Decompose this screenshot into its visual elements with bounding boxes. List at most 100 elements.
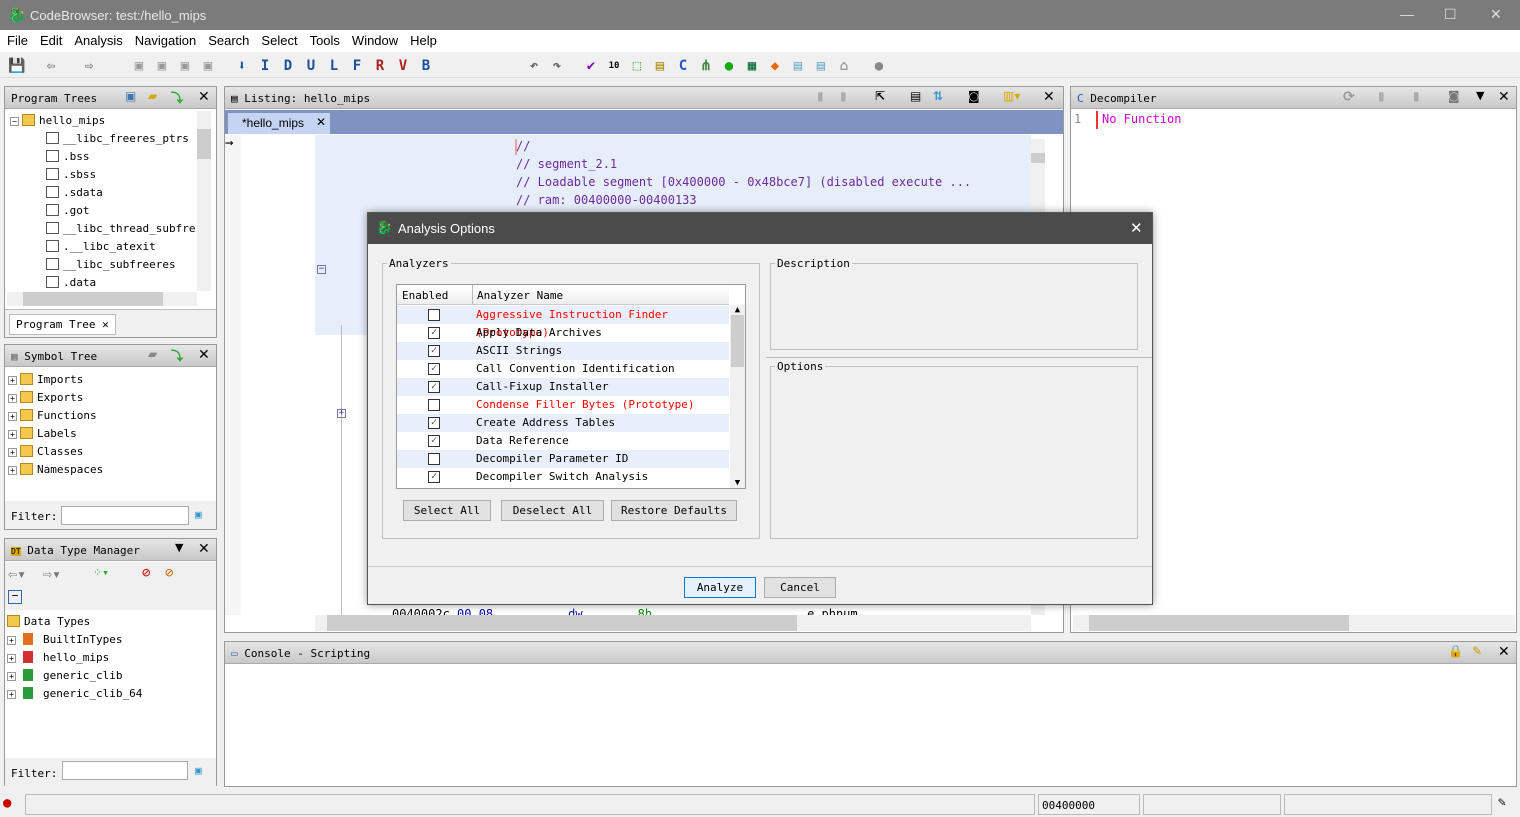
column-analyzer-name[interactable]: Analyzer Name: [477, 289, 563, 302]
tab-hello-mips[interactable]: *hello_mips ✕: [228, 113, 330, 134]
symbol-tree-item[interactable]: + Namespaces: [8, 461, 103, 479]
forward-icon[interactable]: ⇨▾: [43, 565, 61, 583]
tree-item[interactable]: .bss: [10, 148, 200, 166]
export-icon[interactable]: ▮: [1413, 89, 1420, 103]
function-graph-icon[interactable]: C: [674, 57, 692, 75]
enabled-checkbox[interactable]: [428, 399, 440, 411]
analyzer-row[interactable]: ✓ Call Convention Identification: [397, 360, 729, 378]
snapshot-icon[interactable]: ◙: [968, 89, 980, 103]
expand-icon[interactable]: +: [7, 636, 16, 645]
listing-hscrollbar[interactable]: [315, 615, 1031, 631]
restore-defaults-button[interactable]: Restore Defaults: [611, 500, 737, 521]
snapshot-icon[interactable]: ◙: [1448, 89, 1460, 103]
enabled-checkbox[interactable]: ✓: [428, 345, 440, 357]
merge-icon[interactable]: ⤵: [171, 347, 183, 364]
back-icon[interactable]: ⇦: [42, 57, 60, 75]
menu-help[interactable]: Help: [403, 30, 442, 48]
down-arrow-icon[interactable]: ⬇: [233, 57, 251, 75]
tree-item[interactable]: __libc_subfreeres: [10, 256, 200, 274]
analyzer-row[interactable]: Decompiler Parameter ID: [397, 450, 729, 468]
nav-bookmark-icon[interactable]: B: [417, 57, 435, 75]
datatype-icon[interactable]: ▤: [651, 57, 669, 75]
enabled-checkbox[interactable]: ✓: [428, 417, 440, 429]
table-icon[interactable]: ▤: [789, 57, 807, 75]
data-type-archive[interactable]: + generic_clib_64: [7, 685, 142, 703]
call-tree-icon[interactable]: ⋔: [697, 57, 715, 75]
copy-icon[interactable]: ▮: [1378, 89, 1385, 103]
analyzer-row[interactable]: Condense Filler Bytes (Prototype): [397, 396, 729, 414]
maximize-button[interactable]: ☐: [1444, 6, 1457, 23]
enabled-checkbox[interactable]: ✓: [428, 327, 440, 339]
enabled-checkbox[interactable]: [428, 453, 440, 465]
tab-program-tree[interactable]: Program Tree ✕: [9, 314, 116, 335]
expand-icon[interactable]: +: [8, 412, 17, 421]
analyzer-row[interactable]: ✓ Apply Data Archives: [397, 324, 729, 342]
filter-arrays-icon[interactable]: ⊘: [165, 565, 173, 581]
tree-icon[interactable]: ⌂: [835, 57, 853, 75]
close-icon[interactable]: ✕: [1498, 644, 1510, 660]
diff-icon[interactable]: ⇅: [933, 89, 943, 103]
close-icon[interactable]: ✕: [198, 89, 210, 105]
tree-item[interactable]: .sdata: [10, 184, 200, 202]
vertical-scrollbar[interactable]: [197, 111, 211, 291]
menu-navigation[interactable]: Navigation: [128, 30, 201, 48]
symbol-tree-item[interactable]: + Classes: [8, 443, 103, 461]
tab-close-icon[interactable]: ✕: [316, 115, 326, 129]
cancel-button[interactable]: Cancel: [764, 577, 836, 598]
select-all-button[interactable]: Select All: [403, 500, 491, 521]
nav-next-icon[interactable]: ▣: [153, 57, 171, 75]
dialog-close-button[interactable]: ✕: [1130, 219, 1143, 237]
analyzer-row[interactable]: ✓ Data Reference: [397, 432, 729, 450]
nav-label-icon[interactable]: L: [325, 57, 343, 75]
nav-prev-icon[interactable]: ▣: [130, 57, 148, 75]
register-icon[interactable]: ◆: [766, 57, 784, 75]
expand-icon[interactable]: +: [8, 430, 17, 439]
menu-search[interactable]: Search: [201, 30, 254, 48]
tree-item[interactable]: .data: [10, 274, 200, 292]
new-view-icon[interactable]: ▣: [125, 89, 136, 103]
nav-prev2-icon[interactable]: ▣: [176, 57, 194, 75]
decompiler-hscrollbar[interactable]: [1073, 615, 1515, 631]
divider[interactable]: [766, 357, 1152, 358]
dtm-filter-input[interactable]: [62, 761, 188, 780]
expand-icon[interactable]: +: [7, 690, 16, 699]
deselect-all-button[interactable]: Deselect All: [501, 500, 604, 521]
minimize-button[interactable]: —: [1400, 6, 1414, 22]
tree-item[interactable]: __libc_thread_subfre: [10, 220, 200, 238]
table-vscrollbar[interactable]: ▲ ▼: [730, 305, 745, 488]
nav-undefined-icon[interactable]: U: [302, 57, 320, 75]
tab-close-icon[interactable]: ✕: [102, 318, 109, 331]
enabled-checkbox[interactable]: ✓: [428, 381, 440, 393]
tree-item[interactable]: .__libc_atexit: [10, 238, 200, 256]
refresh-icon[interactable]: ⟳: [1343, 89, 1355, 105]
expand-icon[interactable]: +: [7, 654, 16, 663]
cursor-icon[interactable]: ⇱: [875, 89, 885, 103]
export-icon[interactable]: ⬚: [628, 57, 646, 75]
column-enabled[interactable]: Enabled: [402, 289, 448, 302]
expand-icon[interactable]: +: [7, 672, 16, 681]
collapse-all-icon[interactable]: −: [8, 590, 22, 604]
symbol-tree-item[interactable]: + Functions: [8, 407, 103, 425]
entropy-icon[interactable]: ▤: [812, 57, 830, 75]
tree-root[interactable]: − hello_mips: [10, 112, 200, 130]
status-icon[interactable]: ●: [3, 795, 11, 811]
options-icon[interactable]: ▥▾: [1003, 89, 1020, 103]
field-edit-icon[interactable]: ▤: [910, 89, 921, 103]
tree-item[interactable]: .got: [10, 202, 200, 220]
tree-item[interactable]: .sbss: [10, 166, 200, 184]
nav-value-icon[interactable]: V: [394, 57, 412, 75]
analyzer-row[interactable]: ✓ ASCII Strings: [397, 342, 729, 360]
analyze-button[interactable]: Analyze: [684, 577, 756, 598]
tree-item[interactable]: __libc_freeres_ptrs: [10, 130, 200, 148]
expand-icon[interactable]: +: [8, 394, 17, 403]
symbol-filter-input[interactable]: [61, 506, 189, 525]
analyzer-row[interactable]: ✓ Call-Fixup Installer: [397, 378, 729, 396]
filter-options-icon[interactable]: ▣: [195, 508, 202, 521]
menu-edit[interactable]: Edit: [33, 30, 67, 48]
data-type-archive[interactable]: + BuiltInTypes: [7, 631, 142, 649]
symbol-tree-item[interactable]: + Labels: [8, 425, 103, 443]
analyzer-row[interactable]: ✓ Decompiler Switch Analysis: [397, 468, 729, 486]
help-icon[interactable]: ●: [870, 57, 888, 75]
filter-pointers-icon[interactable]: ⊘: [142, 565, 150, 581]
expand-icon[interactable]: ⁘▾: [93, 566, 109, 579]
